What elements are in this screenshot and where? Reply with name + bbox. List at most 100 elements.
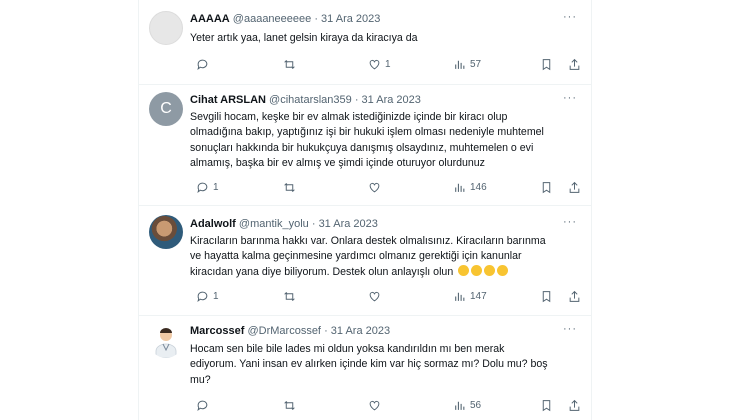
bookmark-button[interactable] bbox=[540, 399, 553, 412]
author-handle[interactable]: @cihatarslan359 bbox=[269, 94, 352, 106]
more-options-icon[interactable]: ··· bbox=[563, 216, 577, 228]
laughing-crying-emoji-icon bbox=[497, 264, 509, 276]
reply-icon bbox=[197, 400, 208, 412]
avatar[interactable] bbox=[149, 11, 183, 45]
tweet-date[interactable]: · 31 Ara 2023 bbox=[314, 13, 380, 25]
tweet-text-line: ediyorum. Yani insan ev alırken içinde k… bbox=[190, 358, 548, 371]
analytics-icon bbox=[455, 183, 465, 192]
views-button[interactable]: 56 bbox=[453, 399, 481, 412]
more-options-icon[interactable]: ··· bbox=[563, 11, 577, 23]
like-button[interactable] bbox=[368, 181, 385, 194]
like-button[interactable] bbox=[368, 290, 385, 303]
laughing-crying-emoji-icon bbox=[458, 264, 470, 276]
author-name[interactable]: AAAAA bbox=[190, 13, 230, 25]
share-button[interactable] bbox=[568, 290, 581, 303]
tweet-text-line: olmadığına bakıp, yaptığınız işi bir huk… bbox=[190, 126, 544, 139]
tweet[interactable]: C Cihat ARSLAN @cihatarslan359 · 31 Ara … bbox=[139, 84, 591, 206]
more-options-icon[interactable]: ··· bbox=[563, 92, 577, 104]
tweet-text-line: Sevgili hocam, keşke bir ev almak istedi… bbox=[190, 111, 508, 123]
doctor-avatar-icon bbox=[155, 328, 177, 358]
tweet-text: Hocam sen bile bile lades mi oldun yoksa… bbox=[190, 342, 578, 388]
retweet-icon bbox=[284, 401, 295, 410]
tweet-text-line: almamış, başka bir ev almış ve şimdi içi… bbox=[190, 156, 485, 169]
avatar[interactable] bbox=[149, 324, 183, 358]
reply-count: 1 bbox=[213, 291, 219, 302]
retweet-button[interactable] bbox=[283, 290, 300, 303]
tweet-header: AAAAA @aaaaneeeeee · 31 Ara 2023 bbox=[190, 13, 380, 25]
avatar[interactable]: C bbox=[149, 92, 183, 126]
bookmark-icon bbox=[542, 182, 551, 194]
analytics-icon bbox=[455, 60, 465, 69]
tweet-header: Adalwolf @mantik_yolu · 31 Ara 2023 bbox=[190, 218, 378, 230]
author-name[interactable]: Adalwolf bbox=[190, 218, 236, 230]
views-button[interactable]: 146 bbox=[453, 181, 487, 194]
share-button[interactable] bbox=[568, 181, 581, 194]
reply-button[interactable]: 1 bbox=[196, 290, 219, 303]
avatar[interactable] bbox=[149, 215, 183, 249]
retweet-button[interactable] bbox=[283, 181, 300, 194]
views-button[interactable]: 57 bbox=[453, 58, 481, 71]
view-count: 147 bbox=[470, 291, 487, 302]
author-handle[interactable]: @DrMarcossef bbox=[247, 325, 321, 337]
bookmark-icon bbox=[542, 59, 551, 71]
tweet-text-line: kiracıdan yana diye biliyorum. Destek ol… bbox=[190, 264, 578, 280]
retweet-button[interactable] bbox=[283, 399, 300, 412]
like-button[interactable]: 1 bbox=[368, 58, 391, 71]
like-button[interactable] bbox=[368, 399, 385, 412]
retweet-icon bbox=[284, 183, 295, 192]
laughing-crying-emoji-icon bbox=[471, 264, 483, 276]
analytics-icon bbox=[455, 292, 465, 301]
tweet-text: Yeter artık yaa, lanet gelsin kiraya da … bbox=[190, 31, 578, 46]
bookmark-icon bbox=[542, 291, 551, 303]
heart-icon bbox=[369, 400, 380, 411]
analytics-icon bbox=[455, 401, 465, 410]
tweet-header: Cihat ARSLAN @cihatarslan359 · 31 Ara 20… bbox=[190, 94, 421, 106]
tweet-date[interactable]: · 31 Ara 2023 bbox=[312, 218, 378, 230]
tweet[interactable]: Adalwolf @mantik_yolu · 31 Ara 2023 ··· … bbox=[139, 205, 591, 316]
tweet-header: Marcossef @DrMarcossef · 31 Ara 2023 bbox=[190, 325, 390, 337]
tweet-text-line: Kiracıların barınma hakkı var. Onlara de… bbox=[190, 235, 546, 247]
tweet-text: Sevgili hocam, keşke bir ev almak istedi… bbox=[190, 110, 578, 171]
bookmark-button[interactable] bbox=[540, 58, 553, 71]
author-name[interactable]: Marcossef bbox=[190, 325, 244, 337]
tweet-text-line: Hocam sen bile bile lades mi oldun yoksa… bbox=[190, 343, 505, 355]
views-button[interactable]: 147 bbox=[453, 290, 487, 303]
view-count: 56 bbox=[470, 400, 482, 411]
tweet-text: Kiracıların barınma hakkı var. Onlara de… bbox=[190, 234, 578, 280]
tweet[interactable]: AAAAA @aaaaneeeeee · 31 Ara 2023 ··· Yet… bbox=[139, 0, 591, 85]
reply-button[interactable] bbox=[196, 399, 213, 412]
more-options-icon[interactable]: ··· bbox=[563, 323, 577, 335]
author-handle[interactable]: @aaaaneeeeee bbox=[233, 13, 311, 25]
action-bar: 56 bbox=[190, 399, 582, 413]
like-count: 1 bbox=[385, 59, 391, 70]
share-icon bbox=[569, 58, 580, 70]
reply-button[interactable]: 1 bbox=[196, 181, 219, 194]
tweet-date[interactable]: · 31 Ara 2023 bbox=[324, 325, 390, 337]
avatar-letter: C bbox=[160, 100, 172, 117]
retweet-icon bbox=[284, 292, 295, 301]
heart-icon bbox=[369, 291, 380, 302]
action-bar: 1 147 bbox=[190, 290, 582, 304]
share-button[interactable] bbox=[568, 399, 581, 412]
laughing-crying-emoji-icon bbox=[484, 264, 496, 276]
tweet[interactable]: Marcossef @DrMarcossef · 31 Ara 2023 ···… bbox=[139, 315, 591, 420]
timeline: AAAAA @aaaaneeeeee · 31 Ara 2023 ··· Yet… bbox=[138, 0, 592, 420]
retweet-button[interactable] bbox=[283, 58, 300, 71]
share-icon bbox=[569, 399, 580, 411]
heart-icon bbox=[369, 182, 380, 193]
reply-icon bbox=[197, 291, 208, 303]
bookmark-button[interactable] bbox=[540, 290, 553, 303]
author-name[interactable]: Cihat ARSLAN bbox=[190, 94, 266, 106]
author-handle[interactable]: @mantik_yolu bbox=[239, 218, 309, 230]
heart-icon bbox=[369, 59, 380, 70]
tweet-text-line-text: kiracıdan yana diye biliyorum. Destek ol… bbox=[190, 265, 454, 278]
view-count: 146 bbox=[470, 182, 487, 193]
reply-icon bbox=[197, 59, 208, 71]
reply-button[interactable] bbox=[196, 58, 213, 71]
tweet-date[interactable]: · 31 Ara 2023 bbox=[355, 94, 421, 106]
reply-count: 1 bbox=[213, 182, 219, 193]
reply-icon bbox=[197, 182, 208, 194]
tweet-text-line: Yeter artık yaa, lanet gelsin kiraya da … bbox=[190, 32, 418, 44]
bookmark-button[interactable] bbox=[540, 181, 553, 194]
share-button[interactable] bbox=[568, 58, 581, 71]
